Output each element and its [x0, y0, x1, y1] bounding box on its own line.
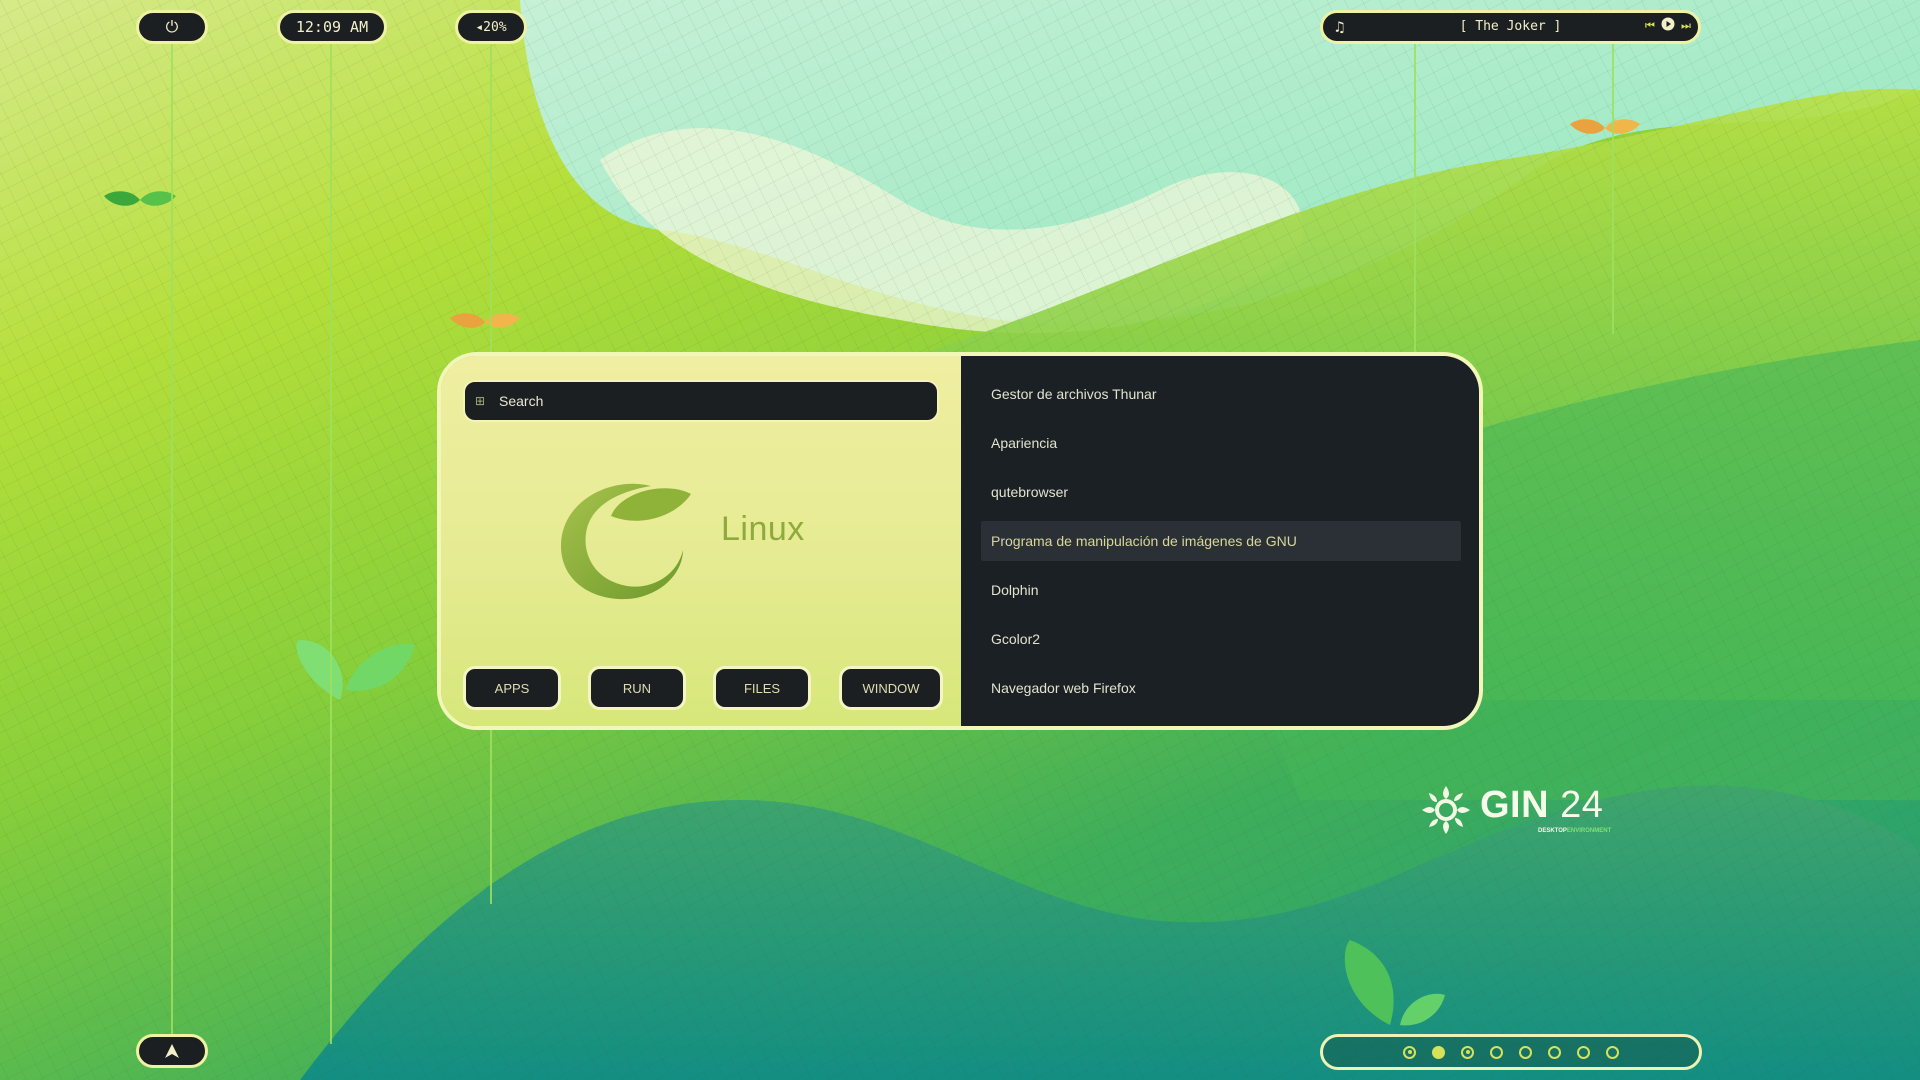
track-title: [ The Joker ] [1459, 19, 1562, 34]
result-item[interactable]: Gestor de archivos Thunar [981, 374, 1461, 414]
workspace-6-indicator[interactable] [1548, 1045, 1561, 1059]
workspace-1-indicator[interactable] [1403, 1045, 1416, 1059]
result-item[interactable]: Navegador web Firefox [981, 668, 1461, 708]
linux-label: Linux [721, 510, 805, 548]
brand-subtitle: DESKTOPENVIRONMENT [1538, 828, 1611, 834]
workspace-switcher [1320, 1034, 1702, 1070]
clock[interactable]: 12:09 AM [277, 10, 387, 44]
window-mode-button[interactable]: WINDOW [839, 666, 943, 710]
power-button[interactable]: ⏻ [136, 10, 208, 44]
play-icon[interactable] [1661, 17, 1675, 34]
app-launcher: ⊞ Linux APPS RUN FILES WINDOW Gestor de … [437, 352, 1483, 730]
result-item[interactable]: Gcolor2 [981, 619, 1461, 659]
workspace-7-indicator[interactable] [1577, 1045, 1590, 1059]
workspace-4-indicator[interactable] [1490, 1045, 1503, 1059]
app-menu-button[interactable] [136, 1034, 208, 1068]
files-mode-button[interactable]: FILES [713, 666, 811, 710]
gin-logo-icon [1422, 786, 1470, 834]
brand-sub-desktop: DESKTOP [1538, 828, 1567, 834]
decorative-thread [1414, 44, 1416, 352]
gin-brand-logo: GIN 24 DESKTOPENVIRONMENT [1420, 784, 1620, 840]
brand-name: GIN 24 [1480, 784, 1603, 827]
skip-forward-icon[interactable]: ⏭ [1681, 19, 1691, 33]
workspace-2-indicator[interactable] [1432, 1045, 1445, 1059]
result-item[interactable]: Apariencia [981, 423, 1461, 463]
volume-text: ◂20% [475, 19, 507, 35]
arrow-up-icon [165, 1044, 179, 1058]
decorative-thread [171, 44, 173, 1034]
workspace-5-indicator[interactable] [1519, 1045, 1532, 1059]
clock-text: 12:09 AM [295, 18, 369, 36]
apps-mode-button[interactable]: APPS [463, 666, 561, 710]
search-input[interactable] [497, 392, 921, 410]
result-item-selected[interactable]: Programa de manipulación de imágenes de … [981, 521, 1461, 561]
brand-version: 24 [1560, 784, 1604, 826]
decorative-thread [330, 44, 332, 1044]
run-mode-button[interactable]: RUN [588, 666, 686, 710]
power-icon: ⏻ [165, 17, 179, 36]
decorative-thread [1612, 44, 1614, 334]
workspace-3-indicator[interactable] [1461, 1045, 1474, 1059]
grid-icon: ⊞ [475, 394, 486, 408]
brand-gin: GIN [1480, 784, 1550, 826]
launcher-side-panel: ⊞ Linux APPS RUN FILES WINDOW [441, 356, 961, 726]
result-item[interactable]: qutebrowser [981, 472, 1461, 512]
linux-logo: Linux [541, 466, 901, 606]
linux-logo-icon [561, 483, 691, 600]
result-item[interactable]: Dolphin [981, 570, 1461, 610]
workspace-8-indicator[interactable] [1606, 1045, 1619, 1059]
music-player: ♫ [ The Joker ] ⏮ ⏭ [1320, 10, 1701, 44]
results-list: Gestor de archivos Thunar Apariencia qut… [961, 356, 1479, 726]
brand-sub-environment: ENVIRONMENT [1566, 828, 1612, 834]
search-bar[interactable]: ⊞ [463, 380, 939, 422]
volume-indicator[interactable]: ◂20% [455, 10, 527, 44]
skip-back-icon[interactable]: ⏮ [1645, 19, 1655, 33]
